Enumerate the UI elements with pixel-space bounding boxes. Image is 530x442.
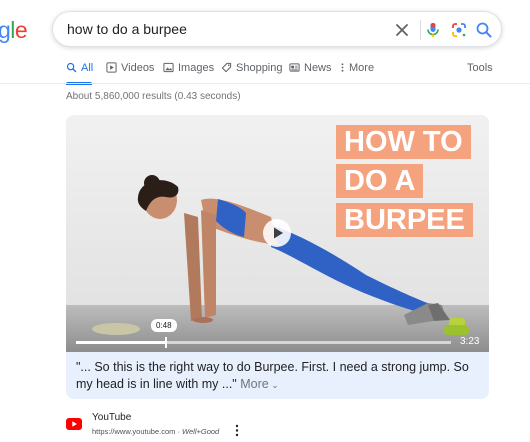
more-vert-icon — [341, 63, 344, 72]
chevron-down-icon: ⌄ — [268, 380, 279, 390]
progress-fill — [76, 341, 166, 344]
thumbnail-title-line: BURPEE — [336, 203, 473, 237]
mic-icon[interactable] — [423, 20, 443, 40]
image-icon — [163, 62, 174, 73]
search-icon — [66, 62, 77, 73]
search-input[interactable]: how to do a burpee — [67, 21, 187, 37]
clear-icon[interactable] — [392, 20, 412, 40]
play-icon — [274, 227, 283, 239]
lens-icon[interactable] — [449, 20, 469, 40]
thumbnail-title: HOW TO DO A BURPEE — [336, 125, 476, 242]
tab-shopping[interactable]: Shopping — [221, 62, 283, 84]
play-button[interactable] — [263, 219, 291, 247]
search-tabs: All Videos Images Shopping News More Too… — [66, 62, 530, 85]
current-time-bubble: 0:48 — [151, 319, 177, 332]
tab-videos[interactable]: Videos — [106, 62, 154, 84]
source-url[interactable]: https://www.youtube.com · Well+Good — [92, 427, 219, 436]
news-icon — [289, 63, 300, 72]
video-duration: 3:23 — [460, 336, 480, 347]
video-thumbnail[interactable]: HOW TO DO A BURPEE 0:48 3:23 — [66, 115, 489, 352]
progress-bar[interactable] — [76, 337, 451, 348]
search-icon[interactable] — [474, 20, 494, 40]
progress-handle[interactable] — [165, 337, 167, 348]
result-stats: About 5,860,000 results (0.43 seconds) — [66, 91, 241, 102]
more-link[interactable]: More ⌄ — [240, 377, 279, 391]
tab-more[interactable]: More — [340, 62, 374, 84]
thumbnail-title-line: HOW TO — [336, 125, 471, 159]
tab-news[interactable]: News — [289, 62, 332, 84]
search-box[interactable]: how to do a burpee — [52, 11, 502, 47]
channel-name: Well+Good — [182, 427, 220, 436]
tab-images[interactable]: Images — [163, 62, 214, 84]
video-result-card[interactable]: HOW TO DO A BURPEE 0:48 3:23 "... So thi… — [66, 115, 489, 399]
source-name[interactable]: YouTube — [92, 412, 131, 423]
google-logo[interactable]: gle — [0, 17, 28, 44]
search-box-divider — [420, 20, 421, 40]
more-options-icon[interactable] — [235, 424, 239, 437]
play-icon — [106, 62, 117, 73]
tab-all[interactable]: All — [66, 62, 93, 85]
video-snippet: "... So this is the right way to do Burp… — [76, 359, 471, 394]
youtube-icon — [66, 418, 82, 430]
tools-button[interactable]: Tools — [467, 62, 493, 84]
thumbnail-title-line: DO A — [336, 164, 424, 198]
tabs-divider — [0, 83, 530, 84]
tag-icon — [221, 62, 232, 73]
